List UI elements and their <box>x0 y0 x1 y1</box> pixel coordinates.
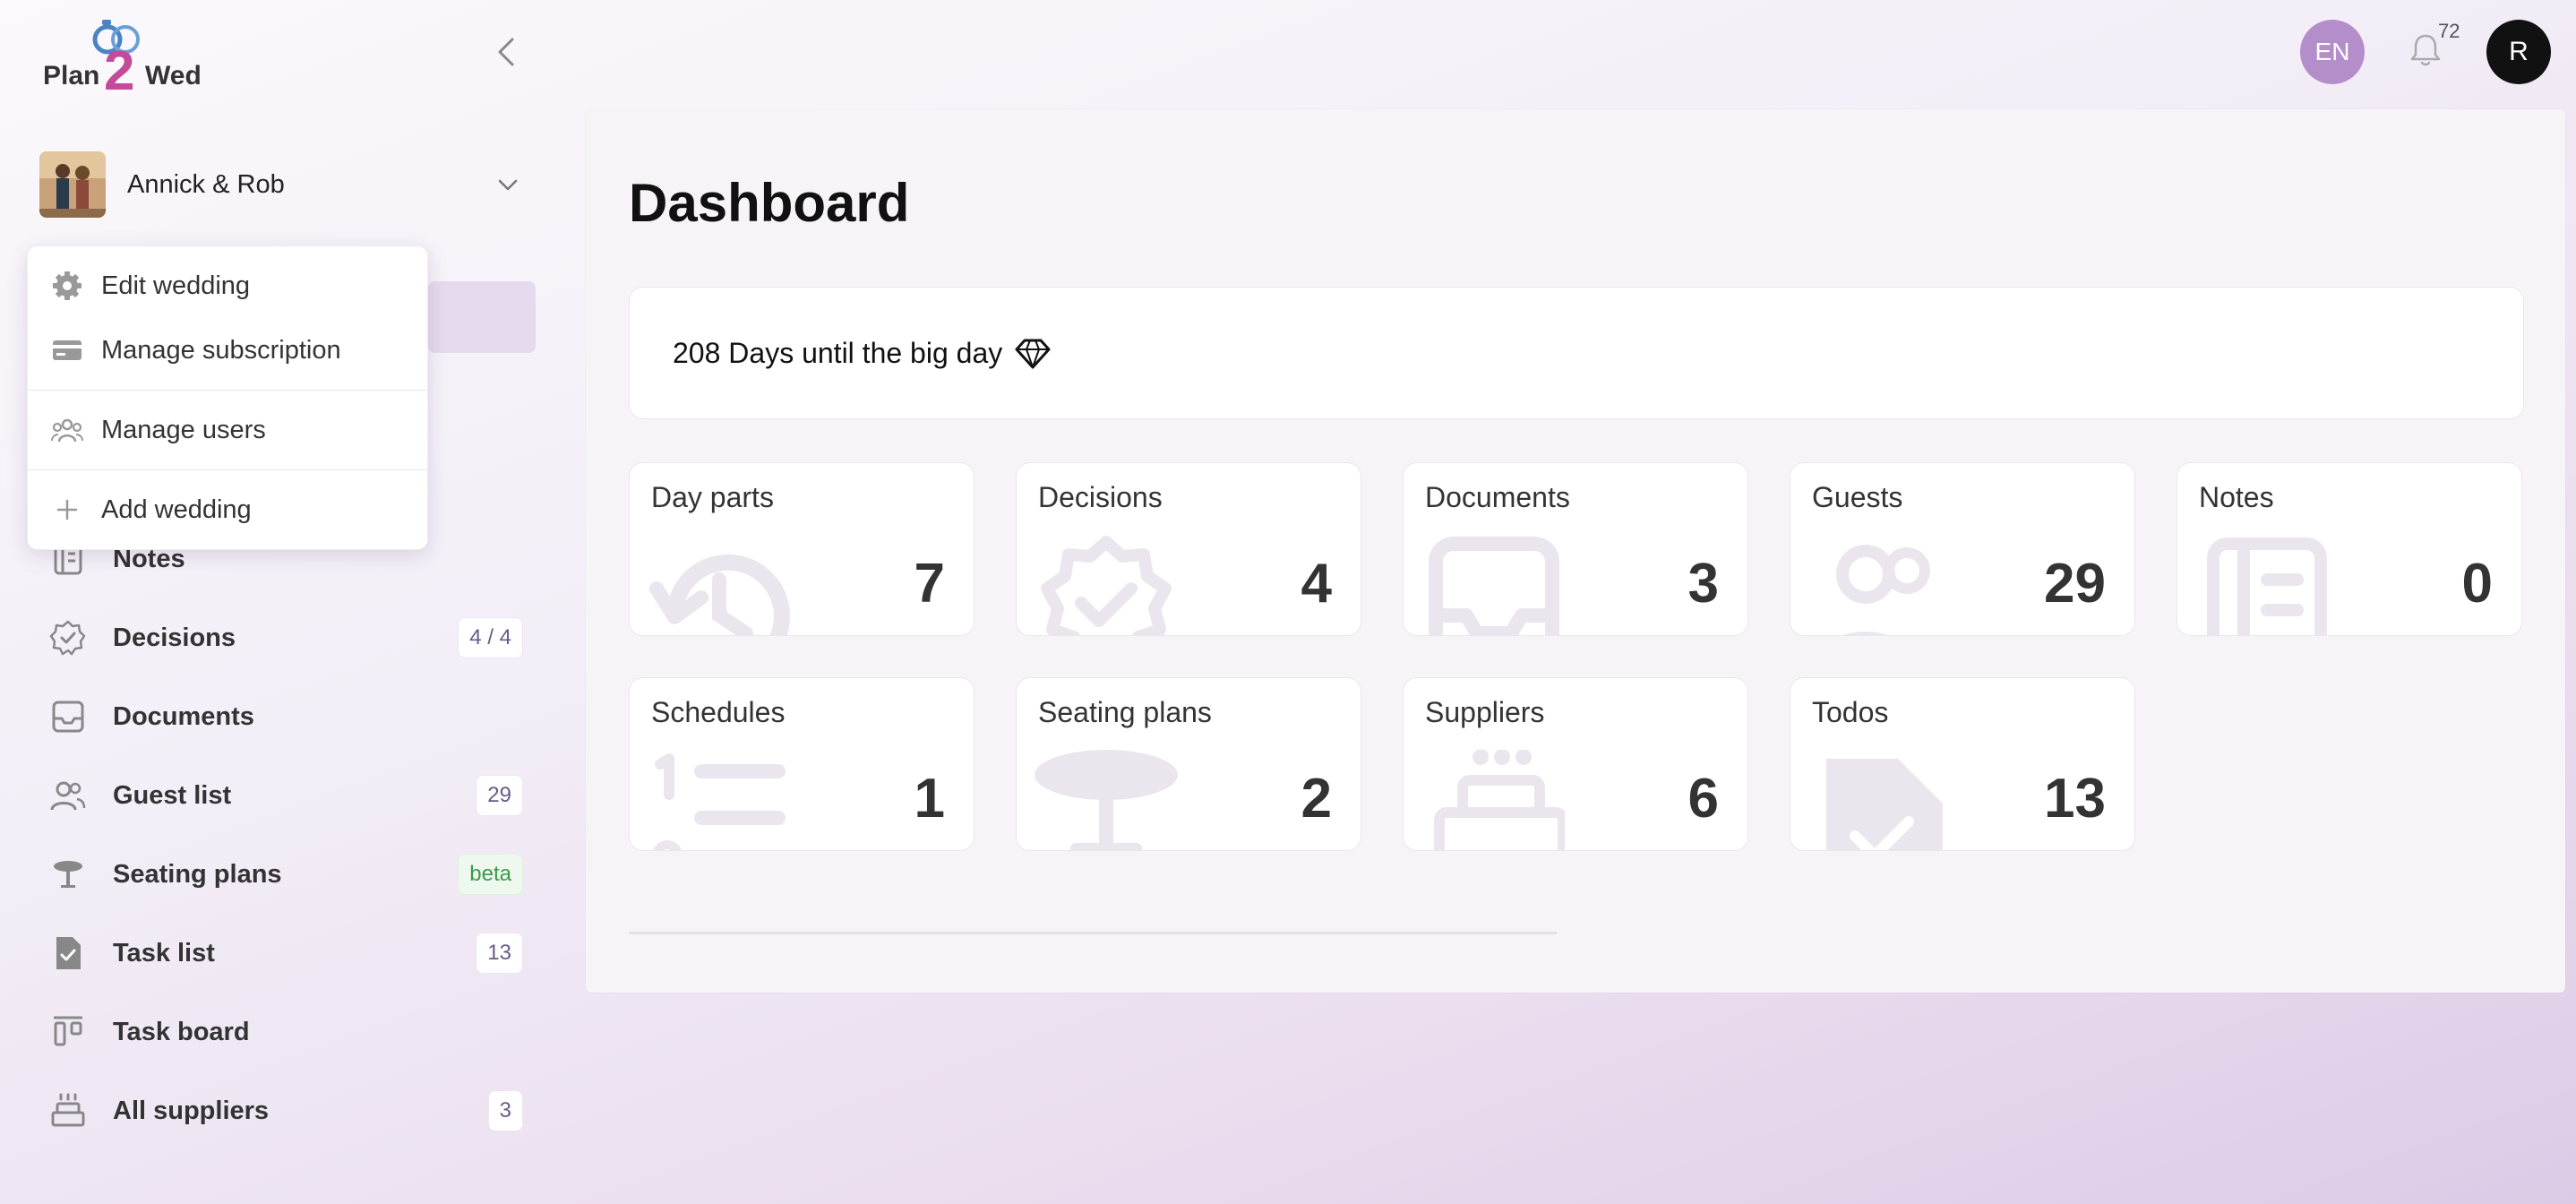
section-divider <box>629 932 1557 934</box>
sidebar-item-seating-plans[interactable]: Seating plans beta <box>39 835 523 914</box>
documents-card[interactable]: Documents 3 <box>1403 462 1748 636</box>
card-value: 0 <box>2461 553 2493 615</box>
task-icon <box>1826 759 1943 850</box>
check-badge-icon <box>1041 536 1172 635</box>
wedding-countdown: 208 Days until the big day <box>629 287 2524 419</box>
logo-wed-text: Wed <box>145 61 202 90</box>
sidebar-item-label: Guest list <box>113 780 232 810</box>
card-title: Notes <box>2199 481 2274 513</box>
menu-divider <box>28 469 427 470</box>
nav-active-highlight <box>428 281 536 353</box>
sidebar-nav: Notes Decisions 4 / 4 Documents Guest li… <box>39 520 523 1150</box>
card-value: 7 <box>914 553 945 615</box>
credit-card-icon <box>53 340 82 360</box>
users-icon <box>1836 545 1930 635</box>
wedding-avatar <box>39 151 106 218</box>
card-value: 2 <box>1301 768 1332 830</box>
guests-card[interactable]: Guests 29 <box>1790 462 2135 636</box>
check-badge-icon <box>49 620 86 656</box>
logo-two-text: 2 <box>104 40 134 95</box>
decisions-count-badge: 4 / 4 <box>458 617 523 658</box>
card-value: 29 <box>2044 553 2106 615</box>
sidebar-item-decisions[interactable]: Decisions 4 / 4 <box>39 598 523 677</box>
menu-divider <box>28 390 427 391</box>
countdown-text: 208 Days until the big day <box>673 336 1003 369</box>
guests-count-badge: 29 <box>476 775 523 816</box>
users-icon <box>51 418 83 443</box>
dashboard-panel: Dashboard 208 Days until the big day Day… <box>586 109 2565 993</box>
table-icon <box>54 861 82 888</box>
sidebar-item-task-board[interactable]: Task board <box>39 993 523 1071</box>
card-value: 4 <box>1301 553 1332 615</box>
logo-rings-icon: Plan 2 Wed <box>43 20 202 102</box>
sidebar-item-label: Seating plans <box>113 859 282 889</box>
sidebar-item-label: Task list <box>113 938 215 968</box>
seating-plans-card[interactable]: Seating plans 2 <box>1016 677 1361 851</box>
card-title: Suppliers <box>1425 696 1545 728</box>
wedding-name: Annick & Rob <box>127 169 285 199</box>
users-icon <box>50 781 86 811</box>
brand-logo[interactable]: Plan 2 Wed <box>39 14 219 102</box>
board-icon <box>54 1016 82 1046</box>
add-wedding-menu-item[interactable]: Add wedding <box>28 477 427 542</box>
menu-item-label: Add wedding <box>101 494 252 524</box>
plus-icon <box>56 499 78 520</box>
card-title: Guests <box>1812 481 1903 513</box>
diamond-icon <box>1015 339 1051 369</box>
wedding-dropdown-menu: Edit wedding Manage subscription Manage … <box>27 245 428 550</box>
card-title: Seating plans <box>1038 696 1212 728</box>
schedules-card[interactable]: Schedules 1 <box>629 677 975 851</box>
card-title: Decisions <box>1038 481 1163 513</box>
edit-wedding-menu-item[interactable]: Edit wedding <box>28 254 427 318</box>
decisions-card[interactable]: Decisions 4 <box>1016 462 1361 636</box>
sidebar-item-label: Task board <box>113 1017 250 1046</box>
history-icon <box>649 554 790 635</box>
menu-item-label: Edit wedding <box>101 271 251 300</box>
user-avatar-button[interactable]: R <box>2486 20 2551 84</box>
inbox-icon <box>1429 537 1559 635</box>
notification-count: 72 <box>2438 20 2460 42</box>
sidebar-item-all-suppliers[interactable]: All suppliers 3 <box>39 1071 523 1150</box>
cake-icon <box>51 1093 85 1127</box>
sidebar-item-label: Decisions <box>113 623 236 652</box>
suppliers-count-badge: 3 <box>487 1090 523 1131</box>
day-parts-card[interactable]: Day parts 7 <box>629 462 975 636</box>
card-title: Schedules <box>651 696 786 728</box>
language-switch-button[interactable]: EN <box>2300 20 2365 84</box>
table-icon <box>1035 750 1178 850</box>
card-value: 6 <box>1687 768 1719 830</box>
todos-card[interactable]: Todos 13 <box>1790 677 2135 851</box>
notes-icon <box>2207 538 2327 635</box>
menu-item-label: Manage subscription <box>101 335 341 365</box>
beta-badge: beta <box>458 854 523 895</box>
card-value: 3 <box>1687 553 1719 615</box>
card-title: Documents <box>1425 481 1570 513</box>
chevron-down-icon <box>498 179 518 191</box>
list-ordered-icon <box>653 753 786 850</box>
sidebar-item-documents[interactable]: Documents <box>39 677 523 756</box>
suppliers-card[interactable]: Suppliers 6 <box>1403 677 1748 851</box>
page-title: Dashboard <box>629 173 910 233</box>
task-icon <box>56 937 81 969</box>
sidebar-item-guest-list[interactable]: Guest list 29 <box>39 756 523 835</box>
card-value: 13 <box>2044 768 2106 830</box>
card-title: Day parts <box>651 481 774 513</box>
collapse-sidebar-button[interactable] <box>489 34 525 70</box>
notes-card[interactable]: Notes 0 <box>2177 462 2522 636</box>
manage-users-menu-item[interactable]: Manage users <box>28 398 427 462</box>
chevron-left-icon <box>498 38 514 66</box>
inbox-icon <box>52 701 84 733</box>
sidebar-item-task-list[interactable]: Task list 13 <box>39 914 523 993</box>
manage-subscription-menu-item[interactable]: Manage subscription <box>28 318 427 383</box>
logo-plan-text: Plan <box>43 61 99 90</box>
menu-item-label: Manage users <box>101 415 266 444</box>
gear-icon <box>53 271 82 300</box>
wedding-switcher[interactable]: Annick & Rob <box>39 150 523 219</box>
card-value: 1 <box>914 768 945 830</box>
cake-icon <box>1434 750 1565 850</box>
sidebar-item-label: All suppliers <box>113 1096 270 1125</box>
tasks-count-badge: 13 <box>476 933 523 974</box>
card-title: Todos <box>1812 696 1889 728</box>
sidebar-item-label: Documents <box>113 701 254 731</box>
